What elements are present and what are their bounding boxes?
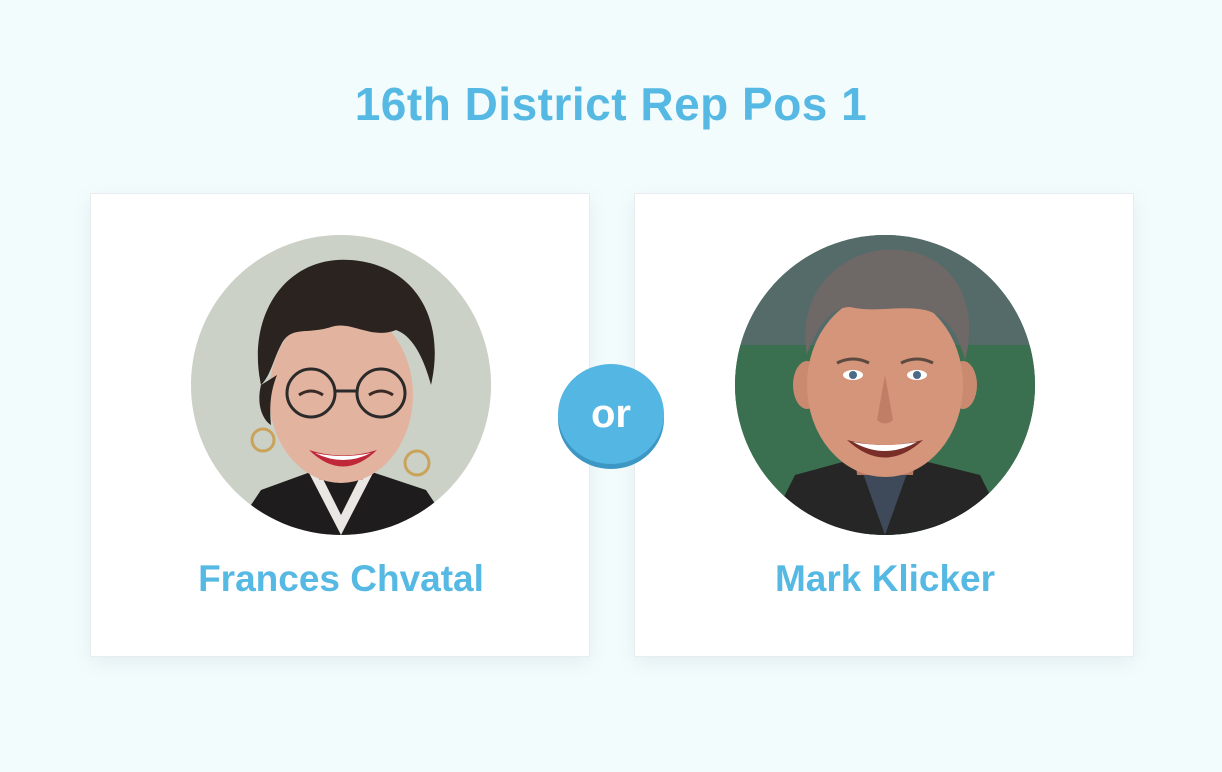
candidate-card-frances-chvatal[interactable]: Frances Chvatal [90, 193, 590, 657]
candidate-photo-mark-klicker [735, 235, 1035, 535]
candidate-card-mark-klicker[interactable]: Mark Klicker [634, 193, 1134, 657]
candidate-name: Mark Klicker [774, 558, 996, 599]
page-title: 16th District Rep Pos 1 [354, 78, 868, 130]
candidate-photo-frances-chvatal [191, 235, 491, 535]
candidate-name: Frances Chvatal [198, 558, 484, 599]
or-separator-badge: or [558, 364, 664, 464]
